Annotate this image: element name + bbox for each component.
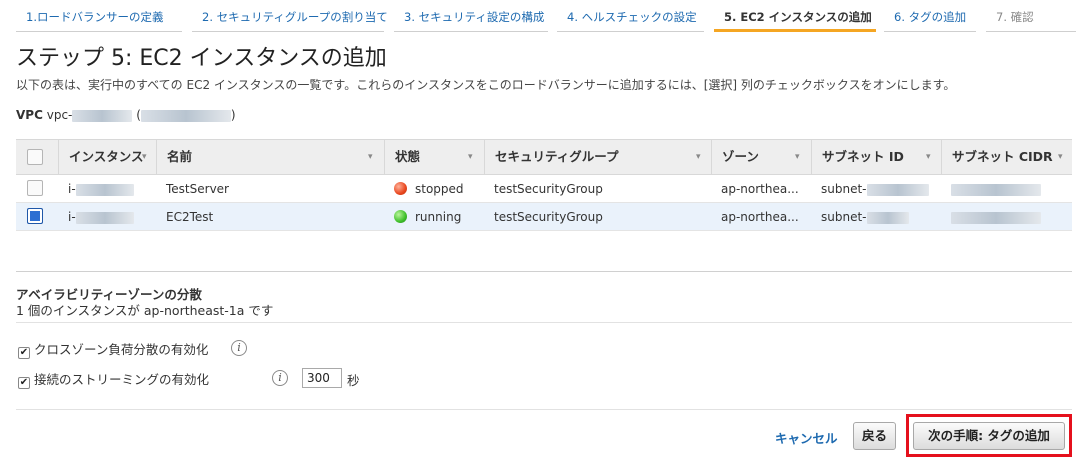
sort-icon[interactable]: ▾ (368, 140, 373, 174)
instances-table: インスタンス ▾ 名前 ▾ 状態 ▾ セキュリティグループ ▾ ゾーン ▾ サブ… (16, 139, 1072, 231)
az-distribution-text: 1 個のインスタンスが ap-northeast-1a です (16, 303, 274, 318)
row-select-checkbox[interactable] (27, 208, 43, 224)
tab-step-1[interactable]: 1.ロードバランサーの定義 (16, 6, 182, 32)
page-title: ステップ 5: EC2 インスタンスの追加 (16, 46, 387, 71)
tab-step-4[interactable]: 4. ヘルスチェックの設定 (557, 6, 704, 32)
instance-subnet-cidr (941, 175, 1041, 203)
col-subnet-cidr[interactable]: サブネット CIDR (941, 140, 1072, 174)
timeout-seconds-input[interactable] (302, 368, 342, 388)
instance-security-group: testSecurityGroup (494, 182, 603, 196)
vpc-info: VPC vpc- () (16, 108, 236, 122)
select-all-checkbox[interactable] (27, 149, 43, 165)
tab-step-5[interactable]: 5. EC2 インスタンスの追加 (714, 6, 876, 32)
vpc-label: VPC (16, 108, 43, 122)
cancel-link[interactable]: キャンセル (775, 428, 838, 447)
vpc-cidr-redacted (140, 109, 231, 122)
instance-id-redacted (75, 211, 134, 224)
instance-id: i- (58, 203, 134, 231)
instance-id: i- (58, 175, 134, 203)
cross-zone-label: クロスゾーン負荷分散の有効化 (34, 342, 209, 357)
table-row[interactable]: i- EC2Test running testSecurityGroup ap-… (16, 203, 1072, 231)
section-divider (16, 271, 1072, 272)
instance-subnet: subnet- (811, 203, 909, 231)
col-name[interactable]: 名前 (156, 140, 384, 174)
section-divider (16, 409, 1072, 410)
instance-subnet-cidr (941, 203, 1041, 231)
running-status-icon (394, 210, 407, 223)
table-header: インスタンス ▾ 名前 ▾ 状態 ▾ セキュリティグループ ▾ ゾーン ▾ サブ… (16, 139, 1072, 175)
vpc-paren-close: ) (230, 108, 236, 122)
subnet-cidr-redacted (951, 211, 1041, 224)
instance-subnet: subnet- (811, 175, 929, 203)
sort-icon[interactable]: ▾ (1058, 140, 1063, 174)
vpc-id-redacted (72, 109, 133, 122)
sort-icon[interactable]: ▾ (696, 140, 701, 174)
instance-state: stopped (384, 175, 464, 203)
next-tags-button[interactable]: 次の手順: タグの追加 (913, 422, 1065, 450)
row-select-checkbox[interactable] (27, 180, 43, 196)
table-row[interactable]: i- TestServer stopped testSecurityGroup … (16, 175, 1072, 203)
tab-step-6[interactable]: 6. タグの追加 (884, 6, 976, 32)
tab-step-3[interactable]: 3. セキュリティ設定の構成 (394, 6, 548, 32)
instance-id-redacted (75, 183, 134, 196)
col-subnet-id[interactable]: サブネット ID (811, 140, 941, 174)
info-icon[interactable]: i (231, 340, 247, 356)
subnet-id-redacted (866, 183, 929, 196)
vpc-id-prefix: vpc- (46, 108, 73, 122)
wizard-steps: 1.ロードバランサーの定義 2. セキュリティグループの割り当て 3. セキュリ… (16, 6, 1076, 32)
sort-icon[interactable]: ▾ (142, 140, 147, 174)
sort-icon[interactable]: ▾ (468, 140, 473, 174)
instance-name: EC2Test (166, 210, 214, 224)
streaming-option[interactable]: ✔ 接続のストリーミングの有効化 (18, 369, 209, 389)
instance-zone: ap-northea... (721, 210, 799, 224)
instance-security-group: testSecurityGroup (494, 210, 603, 224)
col-security-group[interactable]: セキュリティグループ (484, 140, 711, 174)
sort-icon[interactable]: ▾ (926, 140, 931, 174)
page-description: 以下の表は、実行中のすべての EC2 インスタンスの一覧です。これらのインスタン… (16, 78, 956, 92)
subnet-id-redacted (866, 211, 909, 224)
instance-state: running (384, 203, 461, 231)
instance-zone: ap-northea... (721, 182, 799, 196)
tab-step-7: 7. 確認 (986, 6, 1076, 32)
back-button[interactable]: 戻る (853, 422, 897, 450)
subnet-cidr-redacted (951, 183, 1041, 196)
tab-step-2[interactable]: 2. セキュリティグループの割り当て (192, 6, 388, 32)
seconds-label: 秒 (347, 373, 360, 388)
stopped-status-icon (394, 182, 407, 195)
cross-zone-option[interactable]: ✔ クロスゾーン負荷分散の有効化 (18, 339, 208, 359)
cross-zone-checkbox[interactable]: ✔ (18, 347, 30, 359)
streaming-label: 接続のストリーミングの有効化 (34, 372, 210, 387)
instance-name: TestServer (166, 182, 229, 196)
info-icon[interactable]: i (272, 370, 288, 386)
streaming-checkbox[interactable]: ✔ (18, 377, 30, 389)
section-divider (16, 322, 1072, 323)
sort-icon[interactable]: ▾ (795, 140, 800, 174)
